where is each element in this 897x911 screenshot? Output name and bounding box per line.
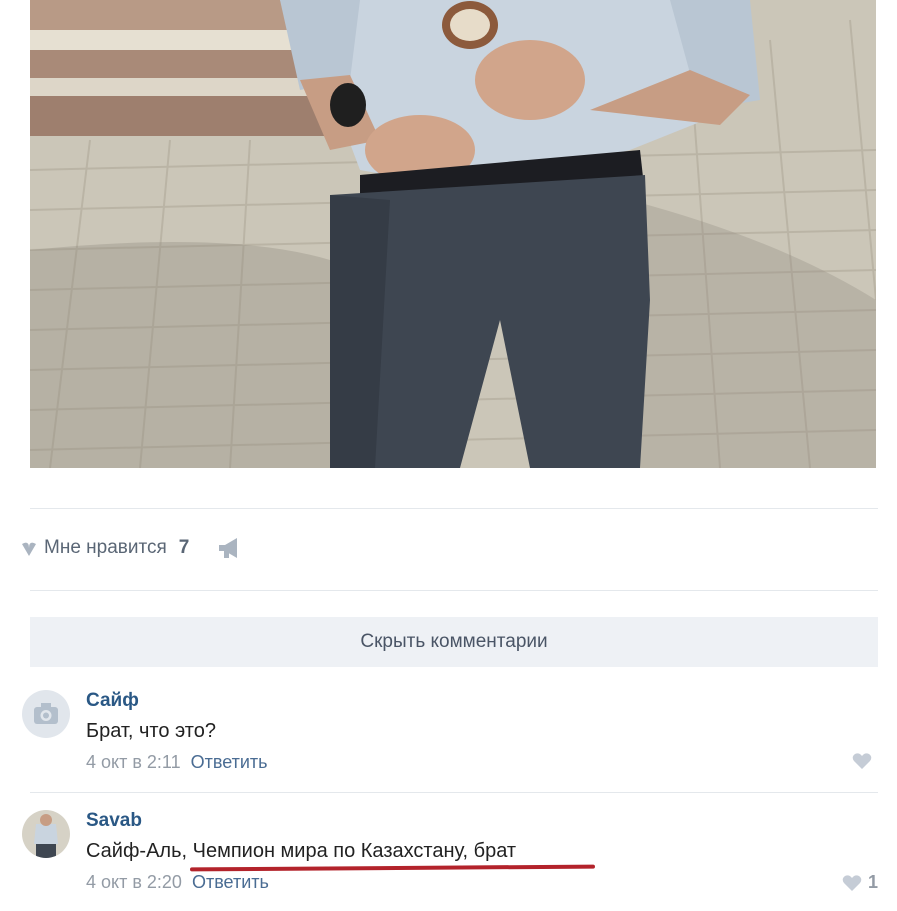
comment-meta: 4 окт в 2:11 Ответить: [86, 752, 268, 773]
comment-time[interactable]: 4 окт в 2:20: [86, 872, 182, 892]
megaphone-icon[interactable]: [217, 536, 243, 560]
divider: [30, 792, 878, 793]
camera-icon[interactable]: [22, 690, 70, 738]
like-button[interactable]: Мне нравится: [44, 537, 167, 559]
heart-icon: [852, 753, 872, 769]
reply-button[interactable]: Ответить: [191, 752, 268, 772]
comment-time[interactable]: 4 окт в 2:11: [86, 752, 181, 772]
comment-text: Сайф-Аль, Чемпион мира по Казахстану, бр…: [86, 840, 517, 862]
comment-item: Savab Сайф-Аль, Чемпион мира по Казахста…: [18, 810, 878, 900]
post-actions: Мне нравится 7: [22, 530, 243, 566]
post-photo[interactable]: [30, 0, 876, 468]
heart-icon[interactable]: [22, 538, 36, 558]
comment-meta: 4 окт в 2:20 Ответить: [86, 872, 269, 893]
comment-author[interactable]: Savab: [86, 810, 142, 832]
comment-item: Сайф Брат, что это? 4 окт в 2:11 Ответить: [18, 690, 878, 780]
comment-like-count: 1: [867, 872, 878, 892]
comment-text: Брат, что это?: [86, 720, 216, 742]
like-count: 7: [178, 537, 190, 558]
hide-comments-button[interactable]: Скрыть комментарии: [30, 617, 878, 667]
divider: [30, 590, 878, 591]
comment-like[interactable]: [852, 752, 878, 770]
user-avatar[interactable]: [22, 810, 70, 858]
divider: [30, 508, 878, 509]
comment-like[interactable]: 1: [842, 872, 878, 893]
comment-author[interactable]: Сайф: [86, 690, 139, 712]
reply-button[interactable]: Ответить: [192, 872, 269, 892]
heart-icon: [842, 874, 862, 891]
